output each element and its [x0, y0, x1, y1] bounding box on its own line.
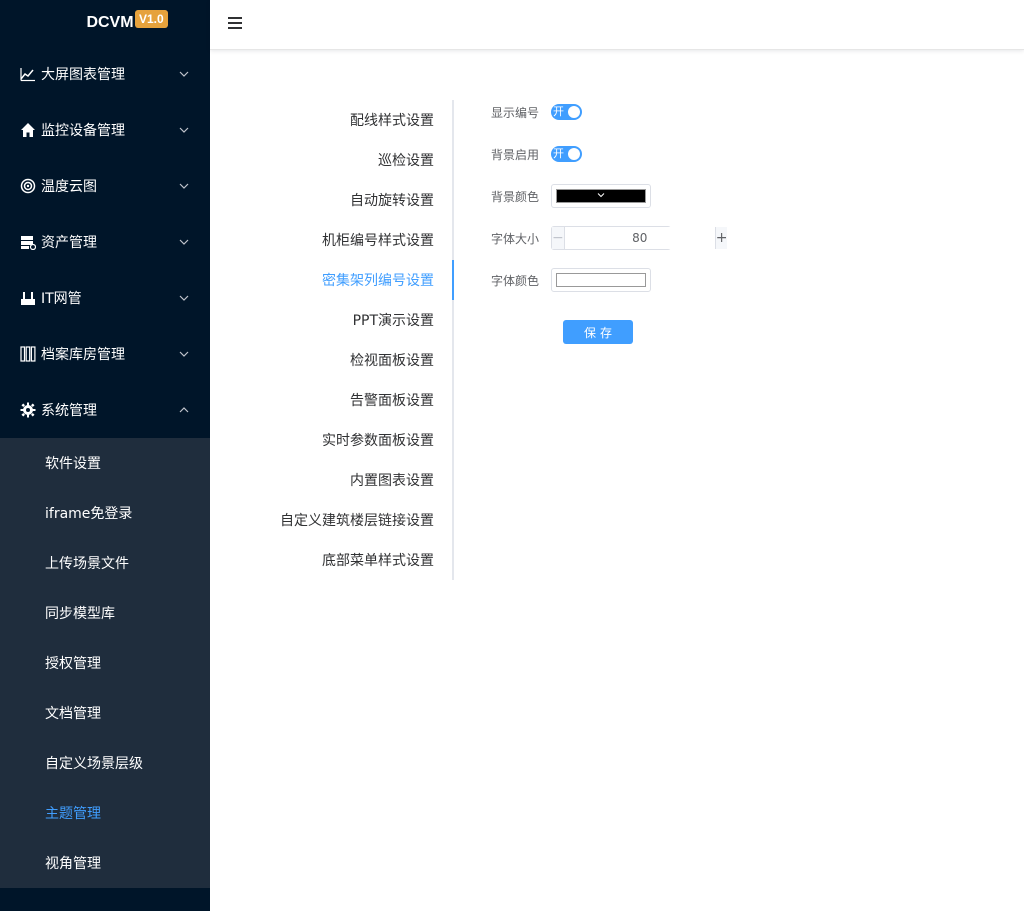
- font-size-label: 字体大小: [490, 231, 539, 246]
- settings-tab-wiring-style[interactable]: 配线样式设置: [260, 100, 452, 140]
- bg-color-label: 背景颜色: [490, 189, 539, 204]
- gear-icon: [20, 402, 36, 418]
- settings-tab-inspection[interactable]: 巡检设置: [260, 140, 452, 180]
- font-color-picker[interactable]: [551, 268, 651, 292]
- switch-text: 开: [553, 105, 564, 118]
- submenu-item-themes[interactable]: 主题管理: [0, 788, 210, 838]
- bg-color-swatch: [556, 189, 646, 203]
- menu-label: 温度云图: [41, 179, 97, 195]
- show-number-switch[interactable]: 开: [551, 104, 582, 120]
- settings-tab-auto-rotate[interactable]: 自动旋转设置: [260, 180, 452, 220]
- form-row-show-number: 显示编号 开: [470, 92, 582, 132]
- settings-tab-custom-floor-links[interactable]: 自定义建筑楼层链接设置: [260, 500, 452, 540]
- settings-tab-compact-shelf-number[interactable]: 密集架列编号设置: [260, 260, 454, 300]
- target-icon: [20, 178, 36, 194]
- menu-label: 监控设备管理: [41, 123, 125, 139]
- chevron-up-icon: [178, 404, 190, 416]
- show-number-label: 显示编号: [490, 105, 539, 120]
- menu-label: 资产管理: [41, 235, 97, 251]
- settings-tab-cabinet-number-style[interactable]: 机柜编号样式设置: [260, 220, 452, 260]
- router-icon: [20, 290, 36, 306]
- version-badge: V1.0: [135, 10, 168, 28]
- font-color-swatch: [556, 273, 646, 287]
- server-icon: [20, 234, 36, 250]
- system-submenu: 软件设置 iframe免登录 上传场景文件 同步模型库 授权管理 文档管理 自定…: [0, 438, 210, 888]
- form-row-font-color: 字体颜色: [470, 260, 651, 300]
- chevron-down-icon: [597, 193, 605, 198]
- settings-tab-ppt-demo[interactable]: PPT演示设置: [260, 300, 452, 340]
- top-header: [210, 0, 1024, 50]
- menu-label: 大屏图表管理: [41, 67, 125, 83]
- hamburger-menu-icon[interactable]: [228, 17, 242, 31]
- submenu-item-iframe-login[interactable]: iframe免登录: [0, 488, 210, 538]
- settings-tab-realtime-panel[interactable]: 实时参数面板设置: [260, 420, 452, 460]
- sidebar: DCVM V1.0 大屏图表管理 监控设备管理 温度云图 资产管理 IT网管 档…: [0, 0, 210, 911]
- chevron-down-icon: [178, 68, 190, 80]
- form-row-bg-enabled: 背景启用 开: [470, 134, 582, 174]
- decrement-button[interactable]: −: [552, 227, 565, 249]
- submenu-item-license[interactable]: 授权管理: [0, 638, 210, 688]
- menu-label: 系统管理: [41, 403, 97, 419]
- menu-system-management[interactable]: 系统管理: [0, 382, 210, 438]
- menu-asset-management[interactable]: 资产管理: [0, 214, 210, 270]
- font-color-label: 字体颜色: [490, 273, 539, 288]
- settings-tab-alarm-panel[interactable]: 告警面板设置: [260, 380, 452, 420]
- submenu-item-scene-levels[interactable]: 自定义场景层级: [0, 738, 210, 788]
- chevron-down-icon: [178, 124, 190, 136]
- menu-temperature-map[interactable]: 温度云图: [0, 158, 210, 214]
- switch-knob: [568, 106, 580, 118]
- settings-tab-builtin-charts[interactable]: 内置图表设置: [260, 460, 452, 500]
- switch-knob: [568, 148, 580, 160]
- app-title: DCVM: [86, 14, 134, 31]
- menu-label: IT网管: [41, 291, 82, 307]
- bg-color-picker[interactable]: [551, 184, 651, 208]
- menu-it-network[interactable]: IT网管: [0, 270, 210, 326]
- chevron-down-icon: [178, 236, 190, 248]
- menu-archive-room[interactable]: 档案库房管理: [0, 326, 210, 382]
- brand: DCVM V1.0: [0, 0, 210, 46]
- submenu-item-upload-scene[interactable]: 上传场景文件: [0, 538, 210, 588]
- font-size-stepper: − +: [551, 226, 728, 250]
- settings-nav: 配线样式设置 巡检设置 自动旋转设置 机柜编号样式设置 密集架列编号设置 PPT…: [260, 100, 454, 580]
- settings-tab-bottom-menu-style[interactable]: 底部菜单样式设置: [260, 540, 452, 580]
- save-button[interactable]: 保存: [563, 320, 633, 344]
- switch-text: 开: [553, 147, 564, 160]
- chevron-down-icon: [178, 348, 190, 360]
- submenu-item-views[interactable]: 视角管理: [0, 838, 210, 888]
- home-icon: [20, 122, 36, 138]
- menu-dashboard-charts[interactable]: 大屏图表管理: [0, 46, 210, 102]
- settings-tab-inspect-panel[interactable]: 检视面板设置: [260, 340, 452, 380]
- line-chart-icon: [20, 66, 36, 82]
- bg-enabled-label: 背景启用: [490, 147, 539, 162]
- form-row-font-size: 字体大小 − +: [470, 218, 728, 258]
- submenu-item-software-settings[interactable]: 软件设置: [0, 438, 210, 488]
- bg-enabled-switch[interactable]: 开: [551, 146, 582, 162]
- font-size-input[interactable]: [564, 227, 715, 249]
- menu-monitoring-devices[interactable]: 监控设备管理: [0, 102, 210, 158]
- submenu-item-sync-models[interactable]: 同步模型库: [0, 588, 210, 638]
- increment-button[interactable]: +: [714, 227, 728, 249]
- menu-label: 档案库房管理: [41, 347, 125, 363]
- chevron-down-icon: [178, 292, 190, 304]
- archive-shelf-icon: [20, 346, 36, 362]
- chevron-down-icon: [178, 180, 190, 192]
- form-row-bg-color: 背景颜色: [470, 176, 651, 216]
- submenu-item-documents[interactable]: 文档管理: [0, 688, 210, 738]
